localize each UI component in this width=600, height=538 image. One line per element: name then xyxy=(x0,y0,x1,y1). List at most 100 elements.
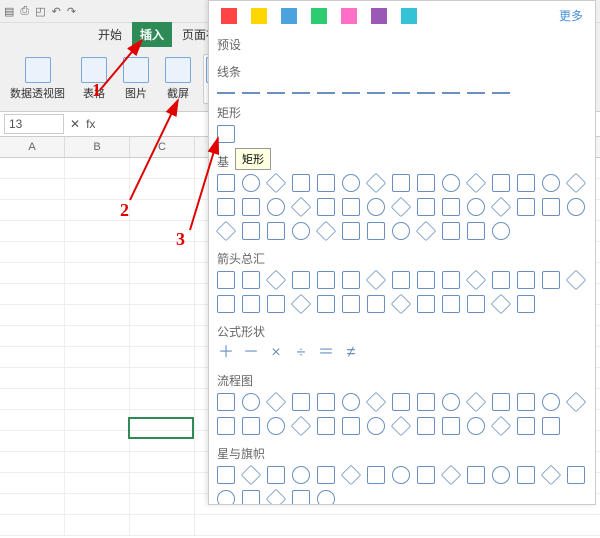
shape-option[interactable] xyxy=(417,198,435,216)
cell[interactable] xyxy=(0,326,65,346)
selected-cell[interactable] xyxy=(128,417,194,439)
shape-option[interactable] xyxy=(417,295,435,313)
shape-option[interactable] xyxy=(542,198,560,216)
tab-insert[interactable]: 插入 xyxy=(132,22,172,47)
shape-option[interactable] xyxy=(342,295,360,313)
cell[interactable] xyxy=(0,368,65,388)
cell[interactable] xyxy=(130,200,195,220)
redo-icon[interactable]: ↷ xyxy=(67,5,76,18)
cell[interactable] xyxy=(0,263,65,283)
shape-option[interactable] xyxy=(242,198,260,216)
cell[interactable] xyxy=(0,473,65,493)
cell[interactable] xyxy=(0,242,65,262)
shape-option[interactable] xyxy=(366,173,386,193)
shape-option[interactable] xyxy=(217,295,235,313)
shape-option[interactable] xyxy=(242,490,260,505)
shape-option[interactable] xyxy=(317,393,335,411)
shape-option[interactable]: ＝ xyxy=(317,344,335,362)
shape-option[interactable] xyxy=(567,198,585,216)
category-icon[interactable] xyxy=(341,8,357,24)
shape-option[interactable] xyxy=(392,222,410,240)
print-icon[interactable]: ⎙ xyxy=(20,5,29,18)
cell[interactable] xyxy=(65,242,130,262)
cell[interactable] xyxy=(130,158,195,178)
shape-option[interactable] xyxy=(467,198,485,216)
shape-option[interactable] xyxy=(217,393,235,411)
shape-option[interactable] xyxy=(417,271,435,289)
shape-option[interactable] xyxy=(467,466,485,484)
shape-option[interactable] xyxy=(242,222,260,240)
cell[interactable] xyxy=(130,368,195,388)
shape-option[interactable] xyxy=(392,84,410,94)
cell[interactable] xyxy=(130,494,195,514)
shape-option[interactable] xyxy=(367,84,385,94)
cancel-icon[interactable]: ✕ xyxy=(70,117,80,131)
shape-option[interactable] xyxy=(217,84,235,94)
shape-option[interactable] xyxy=(442,295,460,313)
shape-option[interactable] xyxy=(242,393,260,411)
shape-option[interactable] xyxy=(217,125,235,143)
shape-option[interactable] xyxy=(442,174,460,192)
shape-option[interactable] xyxy=(217,466,235,484)
shape-option[interactable] xyxy=(542,417,560,435)
cell[interactable] xyxy=(0,494,65,514)
shape-option[interactable] xyxy=(317,271,335,289)
shape-option[interactable] xyxy=(366,392,386,412)
cell[interactable] xyxy=(65,494,130,514)
shape-option[interactable] xyxy=(567,466,585,484)
shape-option[interactable] xyxy=(216,221,236,241)
cell[interactable] xyxy=(65,284,130,304)
category-icon[interactable] xyxy=(371,8,387,24)
cell[interactable] xyxy=(130,389,195,409)
category-icon[interactable] xyxy=(281,8,297,24)
shape-option[interactable] xyxy=(267,198,285,216)
shape-option[interactable] xyxy=(217,198,235,216)
shape-option[interactable] xyxy=(292,490,310,505)
shape-option[interactable] xyxy=(417,174,435,192)
shape-option[interactable] xyxy=(442,222,460,240)
shape-option[interactable] xyxy=(442,417,460,435)
shape-option[interactable] xyxy=(317,490,335,505)
col-header-a[interactable]: A xyxy=(0,137,65,157)
shape-option[interactable] xyxy=(267,84,285,94)
shape-option[interactable] xyxy=(442,84,460,94)
cell[interactable] xyxy=(0,515,65,535)
shape-option[interactable] xyxy=(466,270,486,290)
shape-option[interactable] xyxy=(292,466,310,484)
shape-option[interactable]: ÷ xyxy=(292,344,310,362)
shape-option[interactable] xyxy=(441,465,461,485)
cell[interactable] xyxy=(65,452,130,472)
shape-option[interactable] xyxy=(267,466,285,484)
ribbon-screenshot[interactable]: 截屏 xyxy=(161,55,195,103)
cell[interactable] xyxy=(0,221,65,241)
cell[interactable] xyxy=(0,410,65,430)
shape-option[interactable] xyxy=(342,84,360,94)
shape-option[interactable] xyxy=(317,466,335,484)
tab-home[interactable]: 开始 xyxy=(90,22,130,47)
cell[interactable] xyxy=(130,326,195,346)
shape-option[interactable] xyxy=(317,84,335,94)
shape-option[interactable] xyxy=(342,174,360,192)
shape-option[interactable] xyxy=(367,198,385,216)
shape-option[interactable] xyxy=(367,222,385,240)
shape-option[interactable] xyxy=(342,271,360,289)
shape-option[interactable] xyxy=(492,271,510,289)
shape-option[interactable] xyxy=(292,393,310,411)
shape-option[interactable]: － xyxy=(242,344,260,362)
shape-option[interactable] xyxy=(466,392,486,412)
ribbon-pivot[interactable]: 数据透视图 xyxy=(6,55,69,103)
shape-option[interactable] xyxy=(316,221,336,241)
shape-option[interactable] xyxy=(416,221,436,241)
shape-option[interactable] xyxy=(317,295,335,313)
cell[interactable] xyxy=(65,326,130,346)
category-icon[interactable] xyxy=(401,8,417,24)
shape-option[interactable] xyxy=(541,465,561,485)
shape-option[interactable] xyxy=(467,222,485,240)
category-icon[interactable] xyxy=(221,8,237,24)
cell[interactable] xyxy=(65,158,130,178)
shape-option[interactable] xyxy=(242,417,260,435)
shape-option[interactable] xyxy=(367,466,385,484)
cell[interactable] xyxy=(65,368,130,388)
shape-option[interactable] xyxy=(391,416,411,436)
shape-option[interactable] xyxy=(291,197,311,217)
